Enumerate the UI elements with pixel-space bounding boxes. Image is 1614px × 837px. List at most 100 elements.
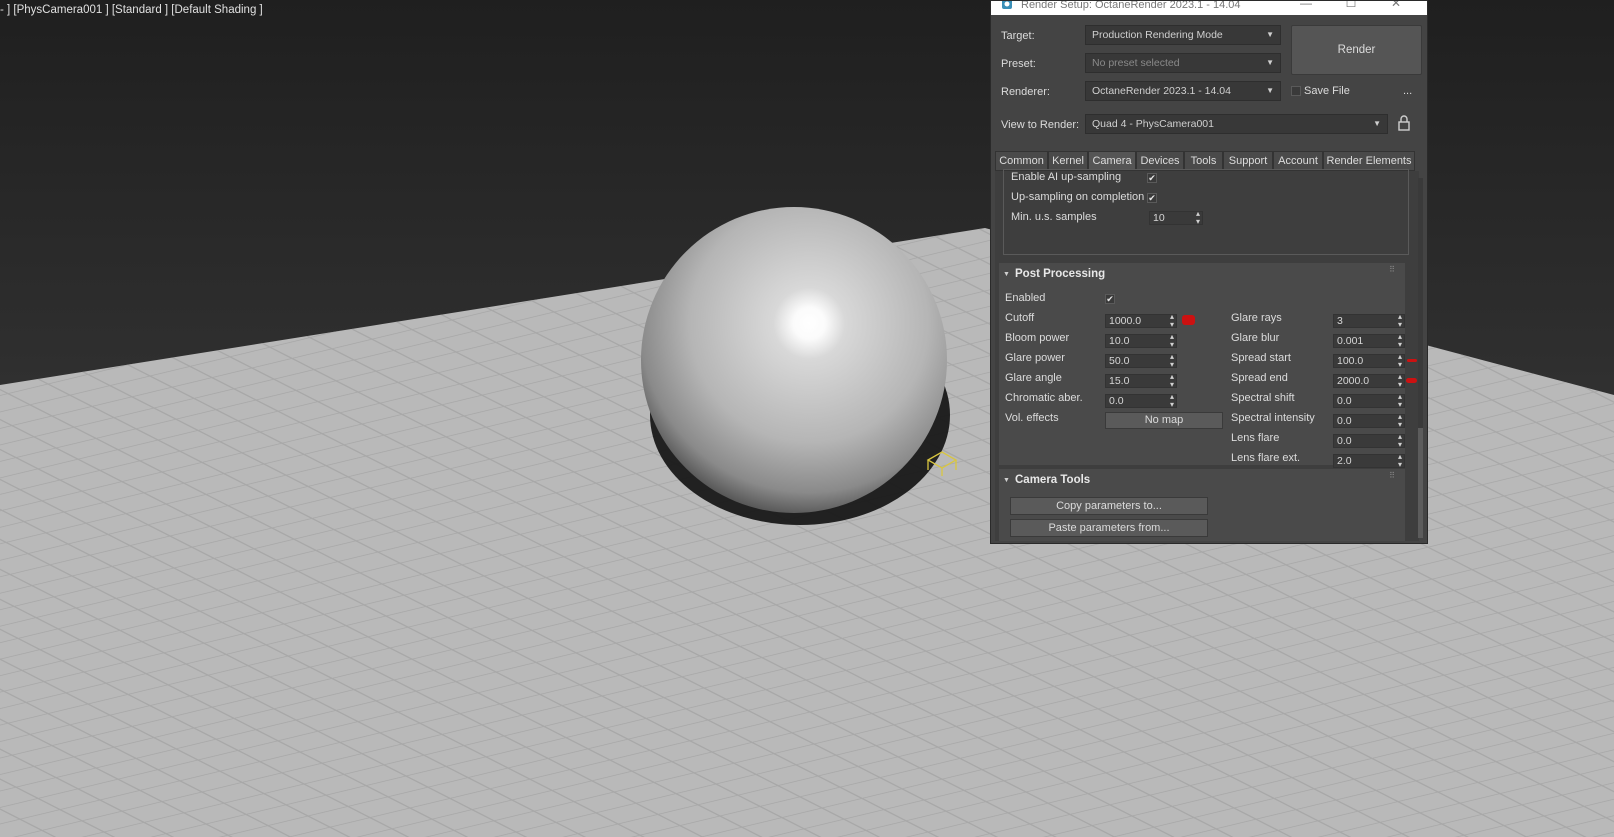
spread-end-spinner[interactable]: 2000.0 ▴ ▾ — [1333, 373, 1405, 389]
chevron-down-icon: ▼ — [1266, 86, 1274, 95]
lens-flare-ext-spinner[interactable]: 2.0 ▴ ▾ — [1333, 453, 1405, 469]
annotation-mark — [1182, 315, 1195, 325]
glare-blur-label: Glare blur — [1231, 332, 1280, 344]
sphere[interactable] — [641, 207, 947, 513]
annotation-mark — [1406, 378, 1417, 383]
spectral-intensity-spinner[interactable]: 0.0 ▴ ▾ — [1333, 413, 1405, 429]
save-file-checkbox[interactable] — [1291, 86, 1301, 96]
spectral-intensity-label: Spectral intensity — [1231, 412, 1315, 424]
spinner-arrows-icon[interactable]: ▴ ▾ — [1170, 393, 1174, 409]
tab-tools[interactable]: Tools — [1184, 151, 1223, 171]
annotation-mark — [1407, 359, 1417, 362]
spread-start-spinner[interactable]: 100.0 ▴ ▾ — [1333, 353, 1405, 369]
tab-devices[interactable]: Devices — [1136, 151, 1184, 171]
chevron-down-icon: ▼ — [1266, 58, 1274, 67]
min-us-samples-label: Min. u.s. samples — [1011, 211, 1097, 223]
bloom-power-label: Bloom power — [1005, 332, 1070, 344]
target-label: Target: — [1001, 30, 1035, 42]
viewport-label[interactable]: - ] [PhysCamera001 ] [Standard ] [Defaul… — [0, 4, 263, 16]
save-file-label: Save File — [1304, 85, 1350, 97]
tab-support[interactable]: Support — [1223, 151, 1273, 171]
copy-parameters-button[interactable]: Copy parameters to... — [1010, 497, 1208, 515]
post-processing-header[interactable]: ▼ Post Processing — [1003, 268, 1105, 280]
chromatic-aber-spinner[interactable]: 0.0 ▴ ▾ — [1105, 393, 1177, 409]
render-button[interactable]: Render — [1291, 25, 1422, 75]
enable-ai-upsampling-checkbox[interactable]: ✔ — [1147, 173, 1157, 183]
min-us-samples-spinner[interactable]: 10 ▴ ▾ — [1149, 210, 1203, 226]
cutoff-label: Cutoff — [1005, 312, 1035, 324]
chevron-down-icon: ▼ — [1266, 30, 1274, 39]
panel-scrollbar[interactable] — [1418, 178, 1423, 538]
spinner-arrows-icon[interactable]: ▴ ▾ — [1170, 353, 1174, 369]
glare-angle-label: Glare angle — [1005, 372, 1062, 384]
spinner-arrows-icon[interactable]: ▴ ▾ — [1398, 413, 1402, 429]
pp-enabled-checkbox[interactable]: ✔ — [1105, 294, 1115, 304]
collapse-triangle-icon: ▼ — [1003, 271, 1010, 278]
close-icon[interactable]: ✕ — [1389, 1, 1403, 10]
enable-ai-upsampling-label: Enable AI up-sampling — [1011, 171, 1122, 183]
dialog-title: Render Setup: OctaneRender 2023.1 - 14.0… — [1021, 0, 1241, 11]
tab-camera[interactable]: Camera — [1088, 151, 1136, 171]
spinner-arrows-icon[interactable]: ▴ ▾ — [1398, 353, 1402, 369]
bloom-power-spinner[interactable]: 10.0 ▴ ▾ — [1105, 333, 1177, 349]
spinner-arrows-icon[interactable]: ▴ ▾ — [1196, 210, 1200, 226]
scrollbar-thumb[interactable] — [1418, 428, 1423, 538]
spinner-arrows-icon[interactable]: ▴ ▾ — [1170, 333, 1174, 349]
minimize-icon[interactable]: — — [1299, 1, 1313, 10]
vol-effects-map-button[interactable]: No map — [1105, 412, 1223, 429]
post-processing-rollout: ▼ Post Processing ⠿ Enabled ✔ Cutoff 1000… — [999, 263, 1417, 469]
cutoff-spinner[interactable]: 1000.0 ▴ ▾ — [1105, 313, 1177, 329]
glare-angle-spinner[interactable]: 15.0 ▴ ▾ — [1105, 373, 1177, 389]
renderer-dropdown[interactable]: OctaneRender 2023.1 - 14.04 ▼ — [1085, 81, 1281, 101]
lock-icon[interactable] — [1398, 115, 1410, 131]
tab-common[interactable]: Common — [995, 151, 1048, 171]
vol-effects-label: Vol. effects — [1005, 412, 1059, 424]
spectral-shift-spinner[interactable]: 0.0 ▴ ▾ — [1333, 393, 1405, 409]
glare-power-label: Glare power — [1005, 352, 1065, 364]
collapse-triangle-icon: ▼ — [1003, 477, 1010, 484]
tab-kernel[interactable]: Kernel — [1048, 151, 1088, 171]
glare-blur-spinner[interactable]: 0.001 ▴ ▾ — [1333, 333, 1405, 349]
spinner-arrows-icon[interactable]: ▴ ▾ — [1170, 373, 1174, 389]
upsampling-group: Enable AI up-sampling ✔ Up-sampling on c… — [999, 169, 1409, 261]
spread-start-label: Spread start — [1231, 352, 1291, 364]
render-setup-dialog[interactable]: Render Setup: OctaneRender 2023.1 - 14.0… — [990, 0, 1428, 544]
spinner-arrows-icon[interactable]: ▴ ▾ — [1170, 313, 1174, 329]
spinner-arrows-icon[interactable]: ▴ ▾ — [1398, 313, 1402, 329]
maximize-icon[interactable]: ☐ — [1344, 1, 1358, 10]
dialog-titlebar[interactable]: Render Setup: OctaneRender 2023.1 - 14.0… — [991, 0, 1427, 15]
grip-icon[interactable]: ⠿ — [1389, 471, 1395, 480]
lens-flare-spinner[interactable]: 0.0 ▴ ▾ — [1333, 433, 1405, 449]
spinner-arrows-icon[interactable]: ▴ ▾ — [1398, 393, 1402, 409]
spinner-arrows-icon[interactable]: ▴ ▾ — [1398, 453, 1402, 469]
tab-render-elements[interactable]: Render Elements — [1323, 151, 1415, 171]
spread-end-label: Spread end — [1231, 372, 1288, 384]
camera-tools-rollout: ▼ Camera Tools ⠿ Copy parameters to... Pa… — [999, 469, 1405, 541]
camera-panel: Enable AI up-sampling ✔ Up-sampling on c… — [995, 169, 1419, 541]
spectral-shift-label: Spectral shift — [1231, 392, 1295, 404]
tab-account[interactable]: Account — [1273, 151, 1323, 171]
view-to-render-dropdown[interactable]: Quad 4 - PhysCamera001 ▼ — [1085, 114, 1388, 134]
spinner-arrows-icon[interactable]: ▴ ▾ — [1398, 373, 1402, 389]
lens-flare-label: Lens flare — [1231, 432, 1280, 444]
lens-flare-ext-label: Lens flare ext. — [1231, 452, 1301, 464]
target-dropdown[interactable]: Production Rendering Mode ▼ — [1085, 25, 1281, 45]
glare-rays-label: Glare rays — [1231, 312, 1282, 324]
glare-power-spinner[interactable]: 50.0 ▴ ▾ — [1105, 353, 1177, 369]
app-icon — [1002, 1, 1012, 9]
upsampling-completion-label: Up-sampling on completion — [1011, 191, 1145, 203]
glare-rays-spinner[interactable]: 3 ▴ ▾ — [1333, 313, 1405, 329]
renderer-label: Renderer: — [1001, 86, 1050, 98]
spinner-arrows-icon[interactable]: ▴ ▾ — [1398, 333, 1402, 349]
spinner-arrows-icon[interactable]: ▴ ▾ — [1398, 433, 1402, 449]
chromatic-aber-label: Chromatic aber. — [1005, 392, 1083, 404]
preset-dropdown[interactable]: No preset selected ▼ — [1085, 53, 1281, 73]
preset-label: Preset: — [1001, 58, 1036, 70]
grip-icon[interactable]: ⠿ — [1389, 265, 1395, 274]
paste-parameters-button[interactable]: Paste parameters from... — [1010, 519, 1208, 537]
upsampling-completion-checkbox[interactable]: ✔ — [1147, 193, 1157, 203]
more-options-button[interactable]: ... — [1403, 85, 1412, 97]
camera-tools-header[interactable]: ▼ Camera Tools — [1003, 474, 1090, 486]
pp-enabled-label: Enabled — [1005, 292, 1046, 304]
view-to-render-label: View to Render: — [1001, 119, 1080, 131]
